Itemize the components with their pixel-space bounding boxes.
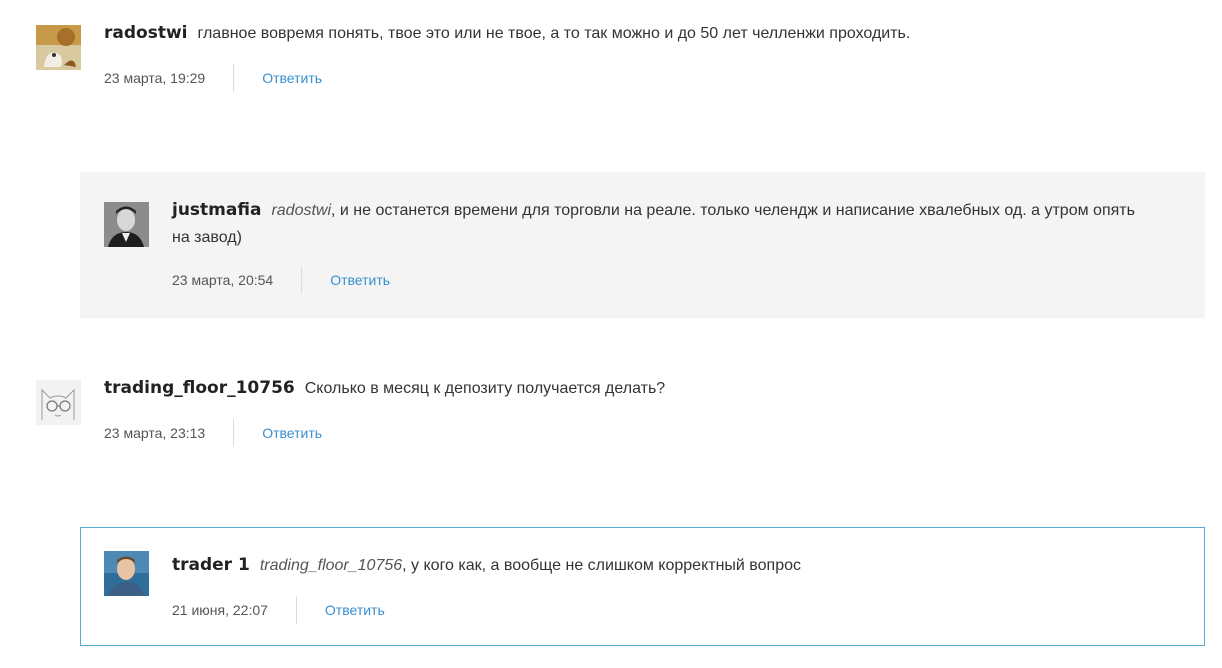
comment-line: trading_floor_10756 Сколько в месяц к деп… (104, 375, 1204, 402)
comment-author[interactable]: trader 1 (172, 555, 250, 575)
reply-link[interactable]: Ответить (262, 425, 322, 441)
reply-comment-box: justmafia radostwi, и не останется времен… (80, 172, 1205, 318)
comment-item: radostwi главное вовремя понять, твое это… (0, 0, 1222, 100)
comment-item: trading_floor_10756 Сколько в месяц к деп… (0, 360, 1222, 460)
reply-link[interactable]: Ответить (262, 70, 322, 86)
meta-divider (233, 64, 235, 92)
comment-date: 23 марта, 20:54 (172, 272, 274, 288)
mention-link[interactable]: trading_floor_10756 (260, 557, 402, 574)
cat-glasses-avatar-icon[interactable] (36, 380, 81, 425)
meta-divider (301, 266, 303, 294)
comment-line: trader 1 trading_floor_10756, у кого как,… (172, 552, 1182, 579)
reply-link[interactable]: Ответить (330, 272, 390, 288)
person-photo-avatar-icon[interactable] (104, 551, 149, 596)
comment-date: 23 марта, 23:13 (104, 425, 206, 441)
man-photo-avatar-icon[interactable] (104, 202, 149, 247)
reply-link[interactable]: Ответить (325, 602, 385, 618)
mention-link[interactable]: radostwi (271, 202, 331, 219)
squirrel-avatar-icon[interactable] (36, 25, 81, 70)
comment-line: justmafia radostwi, и не останется времен… (172, 197, 1182, 224)
comment-meta: 23 марта, 19:29 Ответить (104, 64, 322, 92)
comment-text: Сколько в месяц к депозиту получается де… (304, 380, 666, 397)
comment-line: radostwi главное вовремя понять, твое это… (104, 20, 1204, 47)
comment-meta: 23 марта, 23:13 Ответить (104, 419, 322, 447)
meta-divider (233, 419, 235, 447)
highlighted-reply-box: trader 1 trading_floor_10756, у кого как,… (80, 527, 1205, 646)
meta-divider (295, 596, 297, 624)
comment-meta: 21 июня, 22:07 Ответить (172, 596, 385, 624)
comment-text-cont: на завод) (172, 229, 242, 246)
comment-date: 21 июня, 22:07 (172, 602, 268, 618)
comment-meta: 23 марта, 20:54 Ответить (172, 266, 390, 294)
comment-author[interactable]: trading_floor_10756 (104, 378, 295, 398)
comment-author[interactable]: justmafia (172, 200, 261, 220)
comment-line-cont: на завод) (172, 224, 242, 251)
comment-text: главное вовремя понять, твое это или не … (197, 25, 911, 42)
comment-text: , у кого как, а вообще не слишком коррек… (402, 557, 801, 574)
comment-date: 23 марта, 19:29 (104, 70, 206, 86)
comment-text: , и не останется времени для торговли на… (331, 202, 1135, 219)
comment-author[interactable]: radostwi (104, 23, 187, 43)
